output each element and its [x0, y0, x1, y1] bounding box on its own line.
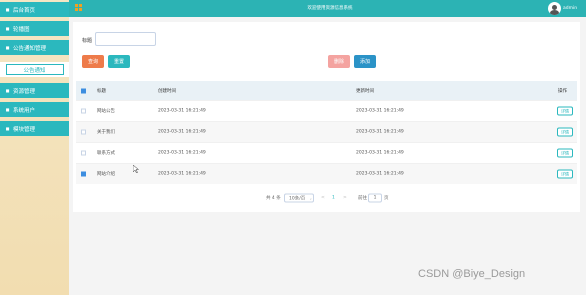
app-window: 欢迎使用资源信息系统 admin ■ 后台首页 ■ 轮播图 ■ 公告通知管理 公… [0, 0, 586, 295]
folder-icon: ■ [5, 88, 10, 93]
app-title: 欢迎使用资源信息系统 [307, 6, 353, 11]
row-checkbox[interactable] [81, 150, 86, 156]
chevron-down-icon: ⌄ [309, 196, 313, 200]
top-bar: 欢迎使用资源信息系统 admin [0, 0, 586, 17]
row-created: 2023-03-31 16:21:49 [158, 171, 206, 177]
column-created: 创建时间 [158, 88, 176, 94]
row-created: 2023-03-31 16:21:49 [158, 108, 206, 114]
sidebar-item-label: 后台首页 [13, 7, 36, 14]
detail-button[interactable]: 详情 [557, 127, 573, 137]
search-button[interactable]: 查询 [82, 55, 104, 68]
table-header: 标题 创建时间 更新时间 操作 [76, 81, 577, 100]
row-title: 网站公告 [97, 109, 115, 114]
pagination: 共 4 条 10条/页 ⌄ < 1 > 前往 1 页 [266, 193, 396, 203]
table-row[interactable]: 联系方式 2023-03-31 16:21:49 2023-03-31 16:2… [76, 142, 577, 163]
user-icon: ■ [5, 107, 10, 112]
row-updated: 2023-03-31 16:21:49 [356, 150, 404, 156]
table-row[interactable]: 关于我们 2023-03-31 16:21:49 2023-03-31 16:2… [76, 121, 577, 142]
sidebar-item-carousel[interactable]: ■ 轮播图 [0, 21, 69, 36]
row-updated: 2023-03-31 16:21:49 [356, 108, 404, 114]
avatar[interactable] [548, 2, 561, 15]
page-size-value: 10条/页 [289, 196, 306, 201]
add-button[interactable]: 添加 [354, 55, 376, 68]
home-icon: ■ [5, 7, 10, 12]
select-all-checkbox[interactable] [81, 88, 86, 93]
title-search-input[interactable] [95, 32, 156, 46]
goto-label: 前往 [358, 196, 367, 201]
page-unit-label: 页 [384, 196, 389, 201]
sidebar-item-label: 轮播图 [13, 26, 30, 33]
table-row[interactable]: 网站公告 2023-03-31 16:21:49 2023-03-31 16:2… [76, 100, 577, 121]
image-icon: ■ [5, 26, 10, 31]
sidebar-item-label: 资源管理 [13, 88, 36, 95]
grid-icon[interactable] [75, 4, 83, 12]
column-updated: 更新时间 [356, 88, 374, 94]
table-row[interactable]: 网站介绍 2023-03-31 16:21:49 2023-03-31 16:2… [76, 163, 577, 184]
grid-icon: ■ [5, 126, 10, 131]
sidebar-item-modules[interactable]: ■ 模块管理 [0, 121, 69, 136]
mouse-cursor-icon [133, 165, 139, 173]
title-field-label: 标题 [82, 38, 93, 44]
goto-page-input[interactable]: 1 [368, 193, 382, 203]
column-actions: 操作 [558, 88, 567, 94]
row-title: 关于我们 [97, 130, 115, 135]
delete-button[interactable]: 删除 [328, 55, 350, 68]
sidebar-item-notice[interactable]: 公告通知 [0, 62, 69, 77]
sidebar-item-label: 公告通知 [5, 64, 64, 75]
row-title: 联系方式 [97, 151, 115, 156]
sidebar-item-notice-management[interactable]: ■ 公告通知管理 [0, 40, 69, 55]
username[interactable]: admin [563, 6, 577, 11]
row-created: 2023-03-31 16:21:49 [158, 129, 206, 135]
prev-page-button[interactable]: < [321, 196, 325, 201]
row-checkbox[interactable] [81, 129, 86, 135]
row-title: 网站介绍 [97, 172, 115, 177]
watermark: CSDN @Biye_Design [418, 268, 526, 280]
reset-button[interactable]: 重置 [108, 55, 130, 68]
detail-button[interactable]: 详情 [557, 106, 573, 116]
row-checkbox[interactable] [81, 108, 86, 114]
sidebar-item-resources[interactable]: ■ 资源管理 [0, 83, 69, 98]
row-updated: 2023-03-31 16:21:49 [356, 129, 404, 135]
row-updated: 2023-03-31 16:21:49 [356, 171, 404, 177]
sidebar-item-label: 系统用户 [13, 107, 36, 114]
next-page-button[interactable]: > [343, 196, 347, 201]
sidebar-item-home[interactable]: ■ 后台首页 [0, 2, 69, 17]
sidebar-item-label: 模块管理 [13, 126, 36, 133]
total-count: 共 4 条 [266, 196, 281, 201]
sidebar: ■ 后台首页 ■ 轮播图 ■ 公告通知管理 公告通知 ■ 资源管理 ■ 系统用户… [0, 0, 69, 295]
sidebar-item-label: 公告通知管理 [13, 45, 47, 52]
current-page[interactable]: 1 [332, 196, 335, 201]
sidebar-item-users[interactable]: ■ 系统用户 [0, 102, 69, 117]
detail-button[interactable]: 详情 [557, 169, 573, 179]
page-size-select[interactable]: 10条/页 ⌄ [284, 193, 314, 203]
column-title: 标题 [97, 88, 106, 94]
row-created: 2023-03-31 16:21:49 [158, 150, 206, 156]
bell-icon: ■ [5, 45, 10, 50]
row-checkbox[interactable] [81, 171, 86, 177]
detail-button[interactable]: 详情 [557, 148, 573, 158]
